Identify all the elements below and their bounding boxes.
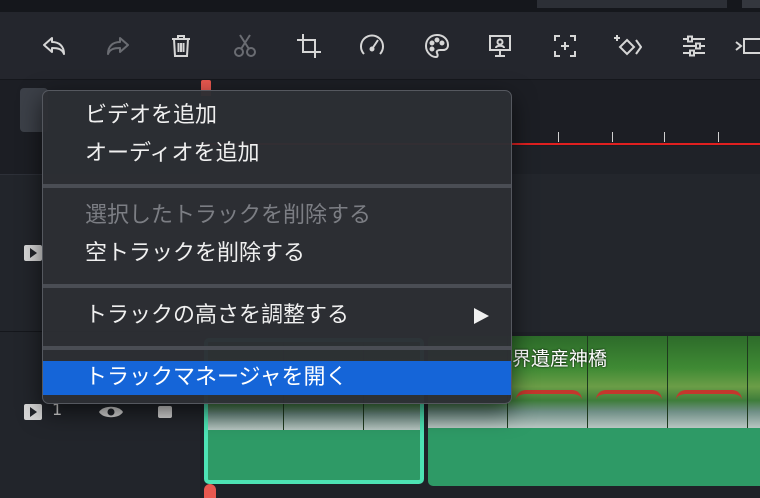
ruler-tick	[718, 132, 719, 142]
presentation-button[interactable]	[484, 30, 516, 62]
ruler-tick	[558, 132, 559, 142]
export-button[interactable]	[732, 30, 760, 62]
crop-icon	[297, 34, 321, 58]
menu-separator	[43, 184, 511, 188]
top-preview-strip	[0, 0, 760, 12]
undo-icon	[43, 37, 65, 55]
menu-separator	[43, 284, 511, 288]
palette-icon	[424, 33, 450, 59]
scissors-icon	[234, 34, 256, 57]
menu-item-delete-selected-track[interactable]: 選択したトラックを削除する	[43, 199, 511, 233]
crop-button[interactable]	[293, 30, 325, 62]
speed-button[interactable]	[356, 30, 388, 62]
trash-icon	[172, 35, 190, 57]
ruler-tick	[664, 132, 665, 142]
ruler-tick	[612, 132, 613, 142]
clip-frame	[668, 336, 748, 428]
preview-thumbnail	[537, 0, 727, 8]
redo-button[interactable]	[102, 30, 134, 62]
menu-item-add-audio[interactable]: オーディオを追加	[43, 137, 511, 171]
keyframe-button[interactable]	[612, 30, 644, 62]
cut-button[interactable]	[229, 30, 261, 62]
video-track-icon	[24, 404, 42, 420]
submenu-arrow-icon	[474, 308, 489, 324]
menu-separator	[43, 346, 511, 350]
delete-button[interactable]	[165, 30, 197, 62]
menu-item-label: トラックの高さを調整する	[85, 303, 350, 328]
bridge-image	[516, 390, 582, 400]
speedometer-icon	[360, 34, 384, 55]
menu-item-add-video[interactable]: ビデオを追加	[43, 99, 511, 133]
clip-frame	[748, 336, 760, 428]
menu-item-delete-empty-tracks[interactable]: 空トラックを削除する	[43, 237, 511, 271]
undo-button[interactable]	[38, 30, 70, 62]
redo-icon	[107, 37, 129, 55]
lock-icon[interactable]	[158, 406, 172, 418]
clip-title: 界遺産神橋	[512, 348, 608, 370]
track-context-menu: ビデオを追加 オーディオを追加 選択したトラックを削除する 空トラックを削除する…	[42, 90, 512, 404]
playhead-marker[interactable]	[204, 484, 216, 498]
auto-reframe-button[interactable]	[549, 30, 581, 62]
reframe-icon	[554, 35, 576, 57]
presentation-icon	[489, 35, 511, 57]
bridge-image	[676, 390, 742, 400]
adjust-button[interactable]	[678, 30, 710, 62]
video-track-icon	[24, 245, 42, 261]
menu-item-adjust-track-height[interactable]: トラックの高さを調整する	[43, 299, 511, 333]
keyframe-icon	[614, 35, 642, 56]
edit-toolbar	[0, 12, 760, 80]
menu-item-open-track-manager[interactable]: トラックマネージャを開く	[43, 361, 511, 395]
sliders-icon	[683, 35, 705, 57]
preview-thumbnail-edge	[742, 0, 760, 8]
eye-icon[interactable]	[98, 404, 124, 420]
export-icon	[735, 38, 760, 54]
color-button[interactable]	[421, 30, 453, 62]
bridge-image	[596, 390, 662, 400]
